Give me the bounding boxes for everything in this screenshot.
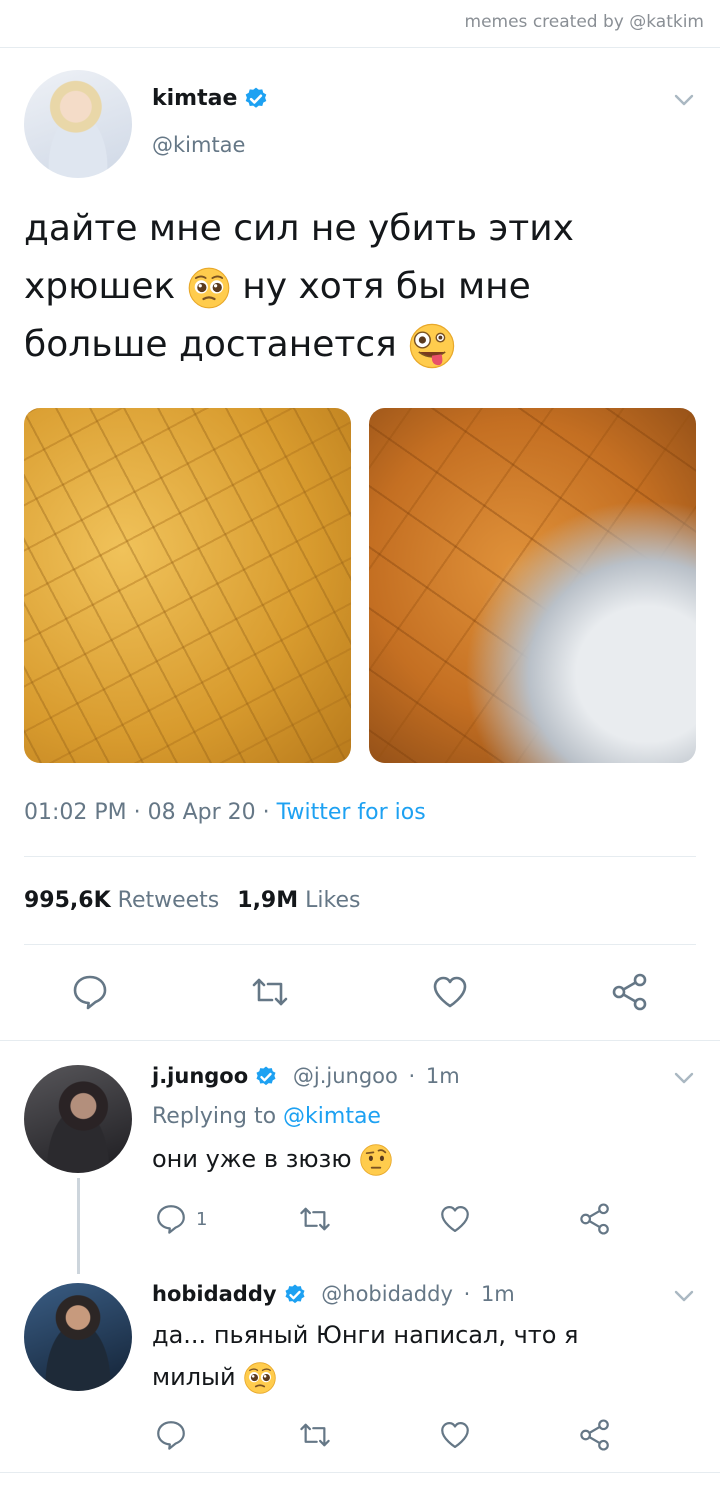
reply-author-name[interactable]: hobidaddy	[152, 1282, 277, 1306]
credit-caption: memes created by @katkim	[464, 12, 704, 32]
tweet-text-segment: ну хотя бы мне	[242, 266, 531, 307]
reply-author-handle[interactable]: @j.jungoo	[293, 1064, 398, 1088]
author-name-row[interactable]: kimtae	[152, 86, 269, 112]
reply-count: 1	[196, 1208, 208, 1230]
reply-author-name[interactable]: j.jungoo	[152, 1064, 248, 1088]
tweet-time: 01:02 PM	[24, 800, 127, 825]
pleading-face-emoji	[243, 1361, 277, 1395]
chevron-down-icon[interactable]	[672, 88, 696, 112]
reply-age: 1m	[480, 1282, 515, 1306]
reply-icon	[154, 1202, 188, 1236]
reply-text: да... пьяный Юнги написал, что я милый	[152, 1314, 672, 1398]
raised-eyebrow-emoji	[359, 1143, 393, 1177]
share-icon	[578, 1202, 612, 1236]
like-button[interactable]	[430, 972, 470, 1012]
heart-icon	[430, 972, 470, 1012]
like-button[interactable]	[438, 1418, 472, 1452]
retweet-icon	[298, 1202, 332, 1236]
likes-stat[interactable]: 1,9M Likes	[237, 888, 360, 913]
author-handle[interactable]: @kimtae	[152, 133, 245, 157]
zany-face-emoji	[408, 322, 456, 370]
retweet-button[interactable]	[298, 1418, 332, 1452]
reply-button[interactable]	[154, 1418, 188, 1452]
replying-to-handle[interactable]: @kimtae	[283, 1104, 381, 1129]
heart-icon	[438, 1418, 472, 1452]
tweet-date: 08 Apr 20	[147, 800, 256, 825]
share-button[interactable]	[610, 972, 650, 1012]
reply-header: hobidaddy @hobidaddy · 1m	[152, 1282, 515, 1307]
photo-chips-bag[interactable]	[369, 408, 696, 763]
retweet-button[interactable]	[298, 1202, 332, 1236]
retweets-stat[interactable]: 995,6K Retweets	[24, 888, 219, 913]
reply-text-line: они уже в зюзю	[152, 1145, 352, 1173]
section-divider	[0, 1472, 720, 1473]
reply-button[interactable]	[70, 972, 110, 1012]
pleading-face-emoji	[187, 266, 231, 310]
reply-text-segment: милый	[152, 1363, 236, 1391]
tweet-text-line: больше достанется	[24, 316, 684, 374]
likes-label: Likes	[305, 888, 361, 913]
retweets-label: Retweets	[117, 888, 220, 913]
share-icon	[578, 1418, 612, 1452]
chevron-down-icon[interactable]	[672, 1066, 696, 1090]
retweet-icon	[298, 1418, 332, 1452]
share-button[interactable]	[578, 1202, 612, 1236]
tweet-source-link[interactable]: Twitter for ios	[277, 800, 426, 825]
verified-badge-icon	[283, 1283, 307, 1307]
replying-to: Replying to @kimtae	[152, 1104, 381, 1129]
chevron-down-icon[interactable]	[672, 1284, 696, 1308]
reply-icon	[154, 1418, 188, 1452]
tweet-stats: 995,6K Retweets 1,9M Likes	[24, 888, 360, 913]
reply-button[interactable]: 1	[154, 1202, 207, 1236]
verified-badge-icon	[243, 86, 269, 112]
section-divider	[0, 1040, 720, 1041]
reply-text: они уже в зюзю	[152, 1138, 672, 1180]
likes-count: 1,9M	[237, 888, 299, 913]
avatar[interactable]	[24, 70, 132, 178]
retweets-count: 995,6K	[24, 888, 111, 913]
reply-text-line: милый	[152, 1356, 672, 1398]
tweet-meta: 01:02 PM · 08 Apr 20 · Twitter for ios	[24, 800, 426, 825]
reply-text-line: да... пьяный Юнги написал, что я	[152, 1321, 579, 1349]
reply-age: 1m	[425, 1064, 460, 1088]
tweet-text-line: хрюшек ну хотя бы мне	[24, 258, 684, 316]
tweet-text-segment: больше достанется	[24, 324, 397, 365]
retweet-button[interactable]	[250, 972, 290, 1012]
divider	[24, 944, 696, 945]
retweet-icon	[250, 972, 290, 1012]
photo-french-fries[interactable]	[24, 408, 351, 763]
verified-badge-icon	[254, 1065, 278, 1089]
heart-icon	[438, 1202, 472, 1236]
divider	[24, 856, 696, 857]
tweet-text-segment: хрюшек	[24, 266, 176, 307]
reply-author-handle[interactable]: @hobidaddy	[321, 1282, 453, 1306]
author-name[interactable]: kimtae	[152, 86, 237, 111]
replying-label: Replying to	[152, 1104, 277, 1129]
like-button[interactable]	[438, 1202, 472, 1236]
tweet-text: дайте мне сил не убить этих хрюшек ну хо…	[24, 200, 684, 374]
avatar[interactable]	[24, 1283, 132, 1391]
top-divider	[0, 47, 720, 48]
share-button[interactable]	[578, 1418, 612, 1452]
avatar[interactable]	[24, 1065, 132, 1173]
reply-header: j.jungoo @j.jungoo · 1m	[152, 1064, 460, 1089]
tweet-text-line: дайте мне сил не убить этих	[24, 208, 574, 249]
thread-line	[77, 1178, 80, 1274]
share-icon	[610, 972, 650, 1012]
reply-icon	[70, 972, 110, 1012]
